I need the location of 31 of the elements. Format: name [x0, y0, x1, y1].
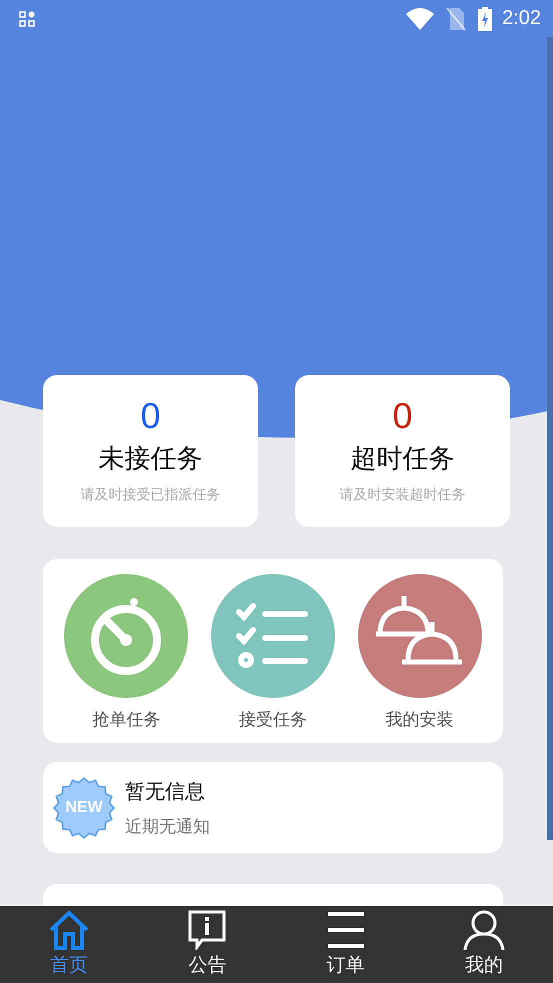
stat-hint: 请及时安装超时任务	[340, 486, 466, 504]
stat-title: 未接任务	[98, 443, 202, 476]
battery-charging-icon	[478, 6, 492, 30]
menu-icon	[326, 910, 365, 950]
notice-card[interactable]: NEW 暂无信息 近期无通知	[43, 762, 503, 853]
status-time: 2:02	[502, 7, 541, 30]
shortcut-label[interactable]: 抢单任务	[92, 708, 160, 731]
stat-title: 超时任务	[350, 443, 454, 476]
tab[interactable]: 订单	[276, 906, 415, 983]
stat-count: 0	[392, 395, 413, 437]
checklist-icon	[210, 574, 335, 698]
new-badge: NEW	[53, 776, 115, 838]
stat-card[interactable]: 0 超时任务 请及时安装超时任务	[295, 375, 510, 527]
stat-card[interactable]: 0 未接任务 请及时接受已指派任务	[43, 375, 258, 527]
info-message-icon	[188, 910, 226, 950]
tab[interactable]: 公告	[138, 906, 276, 983]
person-icon	[462, 910, 505, 950]
tab[interactable]: 我的	[414, 906, 553, 983]
domes-icon	[358, 574, 482, 698]
notice-subtitle: 近期无通知	[125, 816, 210, 838]
shortcut-label[interactable]: 接受任务	[238, 708, 307, 731]
stat-hint: 请及时接受已指派任务	[80, 486, 220, 504]
stat-count: 0	[140, 395, 161, 437]
no-sim-icon	[446, 6, 466, 30]
apps-icon	[19, 10, 35, 26]
home-icon	[49, 910, 90, 950]
notice-title: 暂无信息	[125, 778, 206, 804]
shortcut-label[interactable]: 我的安装	[386, 708, 454, 731]
timer-icon	[64, 574, 188, 698]
tab[interactable]: 首页	[0, 906, 138, 983]
wifi-icon	[406, 8, 434, 30]
